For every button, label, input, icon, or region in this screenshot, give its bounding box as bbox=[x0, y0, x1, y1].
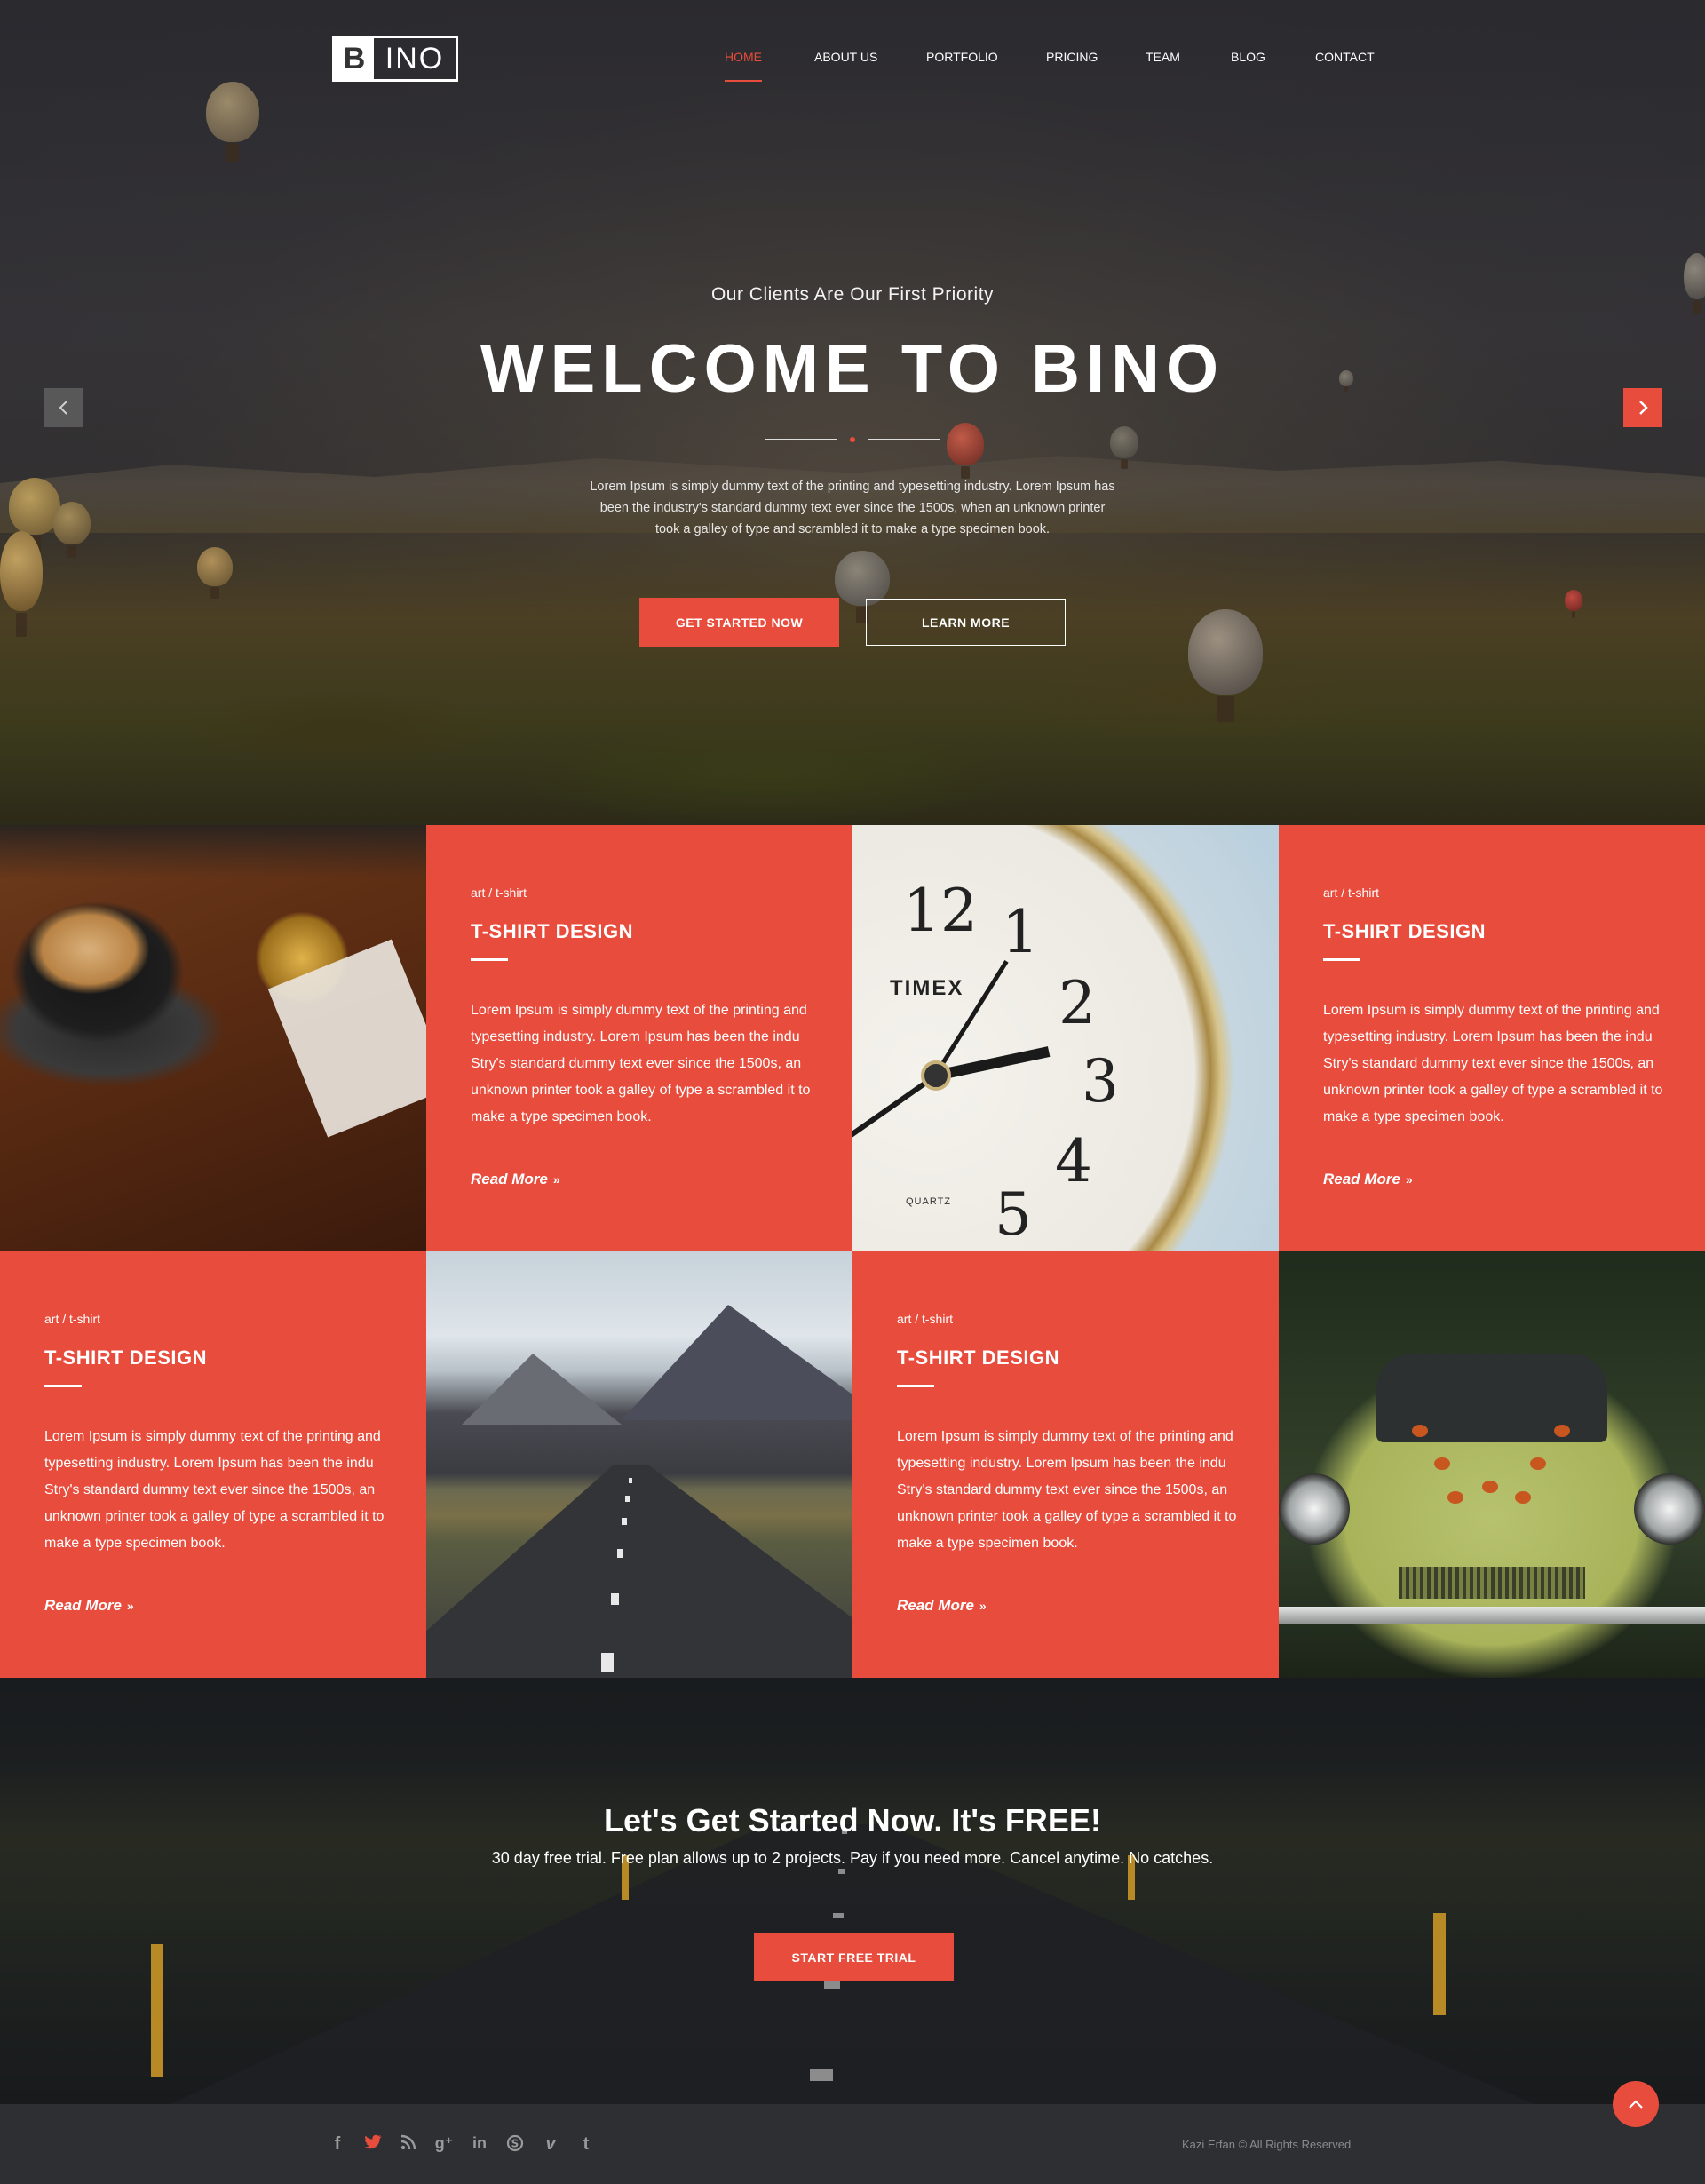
card-text: Lorem Ipsum is simply dummy text of the … bbox=[1323, 1003, 1663, 1124]
card-text: Lorem Ipsum is simply dummy text of the … bbox=[44, 1429, 385, 1551]
portfolio-grid: art / t-shirt T-SHIRT DESIGN Lorem Ipsum… bbox=[0, 825, 1705, 1678]
nav-contact[interactable]: CONTACT bbox=[1315, 50, 1375, 64]
nav-home[interactable]: HOME bbox=[725, 50, 762, 82]
twitter-icon[interactable] bbox=[355, 2134, 391, 2157]
read-more-link[interactable]: Read More» bbox=[897, 1597, 987, 1615]
footer: f g⁺ in S v t Kazi Erfan © All Rights Re… bbox=[0, 2104, 1705, 2184]
clock-brand: TIMEX bbox=[890, 976, 964, 1000]
skype-icon[interactable]: S bbox=[497, 2134, 533, 2157]
hero-description: Lorem Ipsum is simply dummy text of the … bbox=[590, 480, 1115, 536]
double-chevron-right-icon: » bbox=[979, 1599, 987, 1613]
card-category: art / t-shirt bbox=[1323, 886, 1380, 900]
read-more-link[interactable]: Read More» bbox=[1323, 1171, 1413, 1188]
coffee-image bbox=[0, 825, 426, 1251]
portfolio-card: art / t-shirt T-SHIRT DESIGN Lorem Ipsum… bbox=[0, 1251, 426, 1678]
read-more-link[interactable]: Read More» bbox=[471, 1171, 560, 1188]
chevron-up-icon bbox=[1629, 2100, 1643, 2109]
balloon-image bbox=[0, 531, 43, 637]
read-more-link[interactable]: Read More» bbox=[44, 1597, 134, 1615]
nav-blog[interactable]: BLOG bbox=[1231, 50, 1265, 64]
social-links: f g⁺ in S v t bbox=[320, 2134, 604, 2157]
portfolio-card: art / t-shirt T-SHIRT DESIGN Lorem Ipsum… bbox=[1279, 825, 1705, 1251]
rss-icon[interactable] bbox=[391, 2134, 426, 2157]
card-title: T-SHIRT DESIGN bbox=[1323, 920, 1487, 942]
google-plus-icon[interactable]: g⁺ bbox=[426, 2134, 462, 2157]
double-chevron-right-icon: » bbox=[552, 1172, 560, 1187]
cta-title: Let's Get Started Now. It's FREE! bbox=[604, 1802, 1101, 1839]
card-category: art / t-shirt bbox=[897, 1312, 954, 1326]
card-category: art / t-shirt bbox=[44, 1312, 101, 1326]
learn-more-button[interactable]: LEARN MORE bbox=[866, 599, 1066, 646]
vimeo-icon[interactable]: v bbox=[533, 2134, 568, 2157]
hero-subtitle: Our Clients Are Our First Priority bbox=[710, 284, 995, 305]
nav-pricing[interactable]: PRICING bbox=[1046, 50, 1098, 64]
call-to-action: Let's Get Started Now. It's FREE! 30 day… bbox=[0, 1678, 1705, 2104]
balloon-image bbox=[1188, 609, 1263, 722]
nav-about-us[interactable]: ABOUT US bbox=[814, 50, 877, 64]
double-chevron-right-icon: » bbox=[1405, 1172, 1413, 1187]
hero-title: WELCOME TO BINO bbox=[480, 331, 1225, 407]
road-image bbox=[426, 1251, 852, 1678]
card-title: T-SHIRT DESIGN bbox=[44, 1346, 208, 1369]
card-category: art / t-shirt bbox=[471, 886, 527, 900]
balloon-image bbox=[206, 82, 259, 162]
balloon-image bbox=[947, 423, 984, 480]
balloon-image bbox=[197, 547, 233, 600]
hero-divider bbox=[765, 437, 940, 442]
main-nav: HOME ABOUT US PORTFOLIO PRICING TEAM BLO… bbox=[0, 50, 1705, 85]
get-started-button[interactable]: GET STARTED NOW bbox=[639, 598, 839, 647]
hero-slider: B INO HOME ABOUT US PORTFOLIO PRICING TE… bbox=[0, 0, 1705, 825]
card-text: Lorem Ipsum is simply dummy text of the … bbox=[471, 1003, 811, 1124]
copyright-text: Kazi Erfan © All Rights Reserved bbox=[1182, 2138, 1352, 2151]
nav-portfolio[interactable]: PORTFOLIO bbox=[926, 50, 998, 64]
clock-image: 12 1 2 3 4 5 TIMEX QUARTZ bbox=[852, 825, 1279, 1251]
balloon-image bbox=[835, 551, 890, 623]
car-image bbox=[1279, 1251, 1705, 1678]
svg-text:S: S bbox=[512, 2138, 519, 2150]
double-chevron-right-icon: » bbox=[126, 1599, 134, 1613]
clock-quartz: QUARTZ bbox=[906, 1196, 952, 1207]
card-text: Lorem Ipsum is simply dummy text of the … bbox=[897, 1429, 1237, 1551]
balloon-image bbox=[53, 502, 91, 559]
portfolio-card: art / t-shirt T-SHIRT DESIGN Lorem Ipsum… bbox=[426, 825, 852, 1251]
tumblr-icon[interactable]: t bbox=[568, 2134, 604, 2157]
cta-text: 30 day free trial. Free plan allows up t… bbox=[491, 1849, 1214, 1867]
nav-team[interactable]: TEAM bbox=[1146, 50, 1180, 64]
start-free-trial-button[interactable]: START FREE TRIAL bbox=[754, 1933, 954, 1981]
back-to-top-button[interactable] bbox=[1613, 2081, 1659, 2127]
facebook-icon[interactable]: f bbox=[320, 2134, 355, 2157]
linkedin-icon[interactable]: in bbox=[462, 2134, 497, 2157]
balloon-image bbox=[1565, 590, 1582, 618]
portfolio-card: art / t-shirt T-SHIRT DESIGN Lorem Ipsum… bbox=[852, 1251, 1279, 1678]
card-title: T-SHIRT DESIGN bbox=[897, 1346, 1060, 1369]
card-title: T-SHIRT DESIGN bbox=[471, 920, 634, 942]
balloon-image bbox=[1110, 426, 1138, 469]
